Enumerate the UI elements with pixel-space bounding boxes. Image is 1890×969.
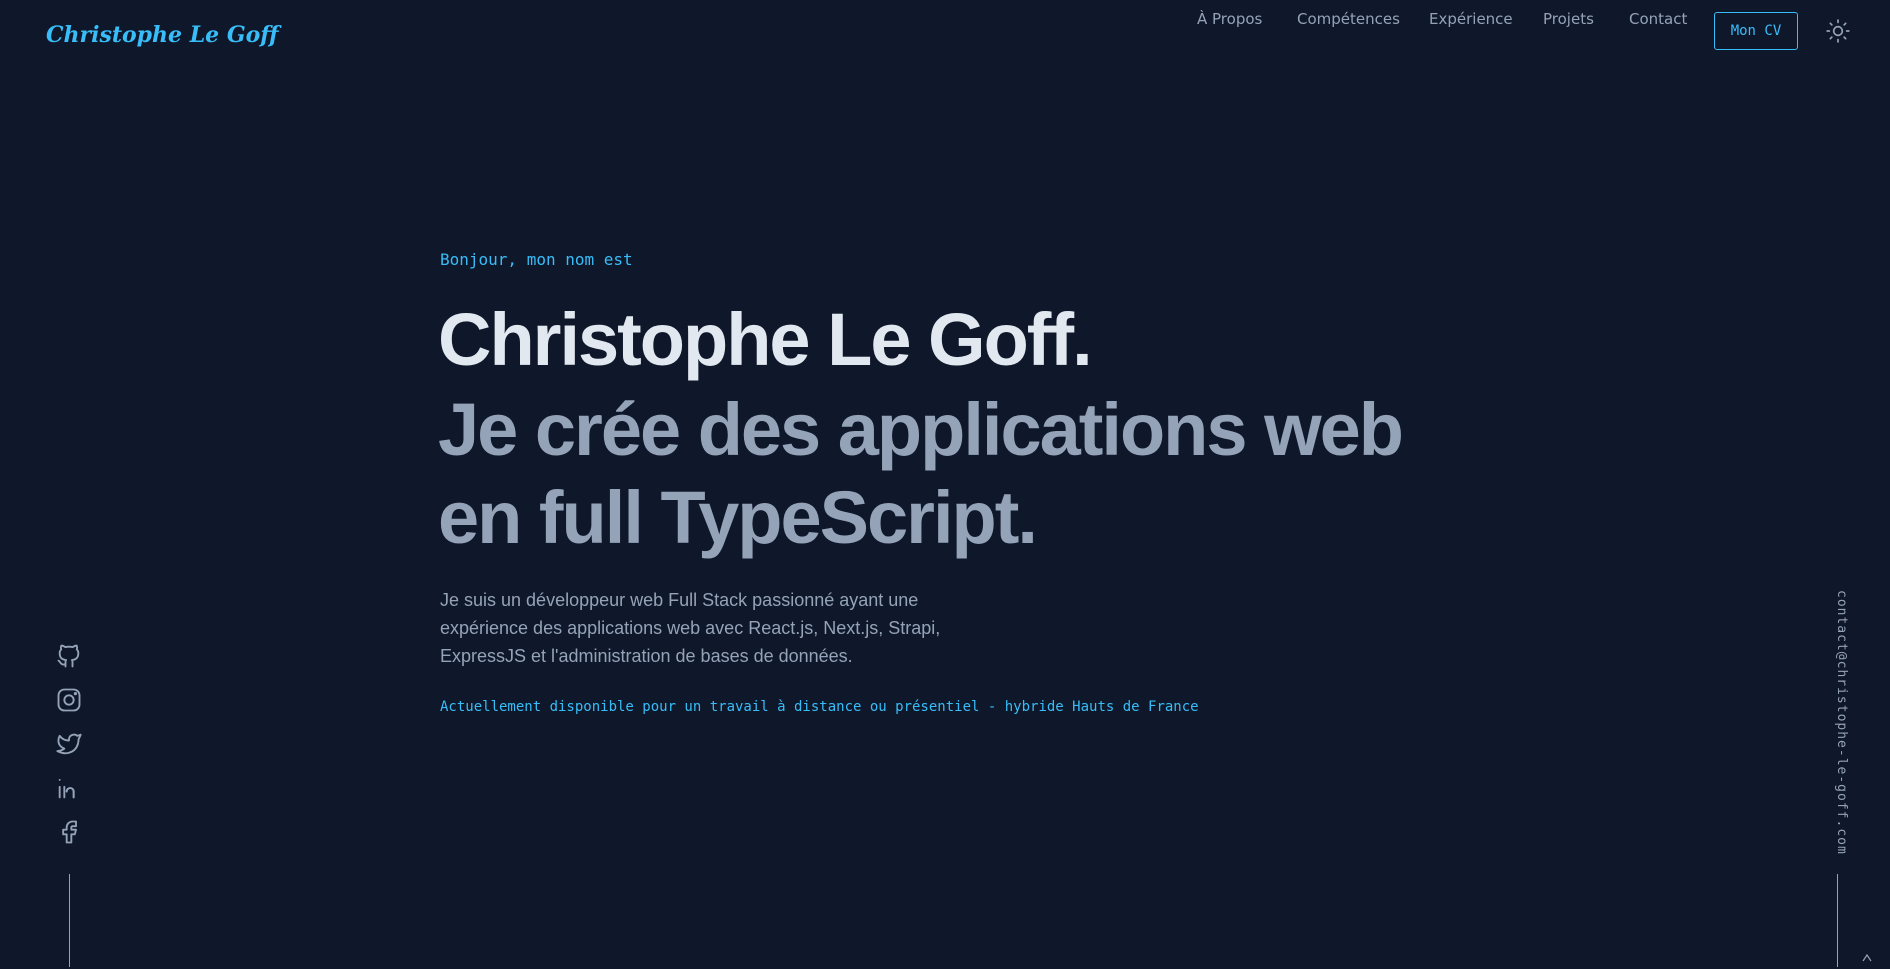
site-logo[interactable]: Christophe Le Goff [46,22,279,48]
instagram-icon[interactable] [55,686,83,714]
email-divider-line [1837,874,1838,967]
hero-description: Je suis un développeur web Full Stack pa… [440,590,941,666]
nav-link-a-propos[interactable]: À Propos [1197,10,1262,28]
hero-name: Christophe Le Goff. [438,298,1093,381]
cv-button[interactable]: Mon CV [1714,12,1798,50]
availability-note: Actuellement disponible pour un travail … [440,699,1199,715]
twitter-icon[interactable] [55,730,83,758]
nav-link-experience[interactable]: Expérience [1429,10,1513,28]
facebook-icon[interactable] [55,818,83,846]
linkedin-icon[interactable] [55,774,83,802]
contact-email-link[interactable]: contact@christophe-le-goff.com [1825,590,1849,855]
nav-link-competences[interactable]: Compétences [1297,10,1400,28]
nav-link-projets[interactable]: Projets [1543,10,1594,28]
hero-intro: Bonjour, mon nom est [440,250,633,269]
nav-link-contact[interactable]: Contact [1629,10,1687,28]
social-divider-line [69,874,70,967]
corner-arrow-icon [1860,950,1874,964]
sun-icon[interactable] [1825,18,1851,44]
hero-tagline: Je crée des applications web en full Typ… [438,388,1404,559]
github-icon[interactable] [55,642,83,670]
